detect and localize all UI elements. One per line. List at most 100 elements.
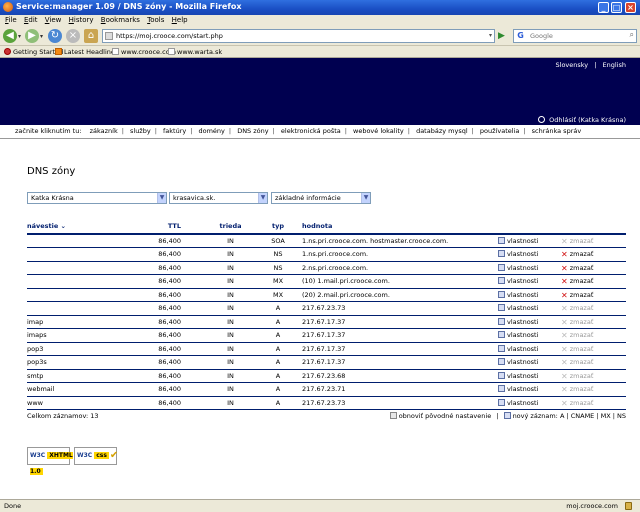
lock-icon[interactable] [625,502,632,510]
record-name: www [27,396,137,410]
domain-select-value: krasavica.sk. [173,194,216,202]
record-value: 217.67.17.37 [302,342,498,356]
nav-intro-label: začnite kliknutím tu: [15,127,82,135]
properties-link[interactable]: vlastnosti [498,344,538,353]
bookmark-warta[interactable]: www.warta.sk [168,47,222,57]
search-box[interactable]: G ⌕ [513,29,637,43]
properties-link[interactable]: vlastnosti [498,250,538,258]
properties-link[interactable]: vlastnosti [498,371,538,380]
w3c-logo-text: W3C [77,452,93,459]
maximize-button[interactable]: □ [611,2,622,13]
bookmark-crooce[interactable]: www.crooce.com [112,47,176,57]
record-ttl: 86,400 [137,382,207,397]
delete-link[interactable]: ✕ zmazať [561,277,594,286]
menu-tools[interactable]: Tools [147,15,164,26]
new-record-icon [503,412,511,419]
col-header-ttl[interactable]: TTL [137,219,207,235]
bookmark-latest-headlines[interactable]: Latest Headlines [55,47,118,57]
record-type: MX [254,288,302,302]
view-select[interactable]: základné informácie ▼ [271,192,371,204]
url-input[interactable] [116,31,476,41]
new-record-ns-link[interactable]: NS [617,412,626,420]
nav-item-inbox[interactable]: schránka správ [532,127,582,135]
table-row: imap 86,400 IN A 217.67.17.37 vlastnosti ✕ zmaz… [27,315,626,329]
search-icon[interactable]: ⌕ [630,30,634,40]
menu-history[interactable]: History [69,15,94,26]
properties-link[interactable]: vlastnosti [498,385,538,393]
delete-link[interactable]: ✕ zmazať [561,291,593,300]
properties-link[interactable]: vlastnosti [498,331,538,339]
record-ttl: 86,400 [137,328,207,343]
properties-cell: vlastnosti [498,328,561,343]
delete-x-icon: ✕ [561,237,568,246]
w3c-css-badge[interactable]: W3C css ✔ [74,447,118,465]
go-arrow-icon[interactable]: ▶ [498,30,508,42]
nav-item-websites[interactable]: webové lokality [353,127,404,135]
lang-slovak-link[interactable]: Slovensky [556,61,589,69]
status-host: moj.crooce.com [566,502,618,510]
forward-history-dropdown-icon[interactable]: ▾ [40,33,43,40]
stop-icon[interactable]: × [66,29,80,43]
properties-link[interactable]: vlastnosti [498,277,538,285]
delete-link[interactable]: ✕ zmazať [561,250,593,259]
menu-edit[interactable]: Edit [24,15,38,26]
nav-item-mysql[interactable]: databázy mysql [416,127,468,135]
record-value: 217.67.17.37 [302,315,498,329]
action-separator: | [496,412,499,420]
delete-cell: ✕ zmazať [561,274,626,289]
back-history-dropdown-icon[interactable]: ▾ [18,33,21,40]
delete-link: ✕ zmazať [561,399,593,408]
reset-defaults-link[interactable]: obnoviť pôvodné nastavenie [399,412,492,420]
back-arrow-icon[interactable]: ◀ [3,29,17,43]
menu-bookmarks[interactable]: Bookmarks [101,15,140,26]
table-row: smtp 86,400 IN A 217.67.23.68 vlastnosti ✕ zmaz… [27,369,626,383]
properties-link[interactable]: vlastnosti [498,263,538,272]
record-value: (10) 1.mail.pri.crooce.com. [302,274,498,289]
url-dropdown-icon[interactable]: ▾ [489,32,492,39]
col-header-value[interactable]: hodnota [302,219,498,235]
menu-view[interactable]: View [45,15,62,26]
w3c-xhtml-badge[interactable]: W3C XHTML 1.0 [27,447,73,475]
menu-help[interactable]: Help [172,15,188,26]
properties-link[interactable]: vlastnosti [498,358,538,366]
user-select[interactable]: Katka Krásna ▼ [27,192,167,204]
delete-link[interactable]: ✕ zmazať [561,264,593,273]
forward-arrow-icon[interactable]: ▶ [25,29,39,43]
nav-item-email[interactable]: elektronická pošta [281,127,341,135]
google-engine-icon[interactable]: G [515,31,526,41]
delete-label: zmazať [569,277,594,286]
menu-file[interactable]: File [5,15,17,26]
record-type: A [254,382,302,397]
domain-select[interactable]: krasavica.sk. ▼ [169,192,268,204]
nav-item-invoices[interactable]: faktúry [163,127,186,135]
main-navigation: začnite kliknutím tu: zákazník | služby | … [0,125,640,139]
logout-link[interactable]: Odhlásiť (Katka Krásna) [538,116,626,124]
nav-item-customer[interactable]: zákazník [90,127,118,135]
search-input[interactable] [530,31,625,41]
nav-item-domains[interactable]: domény [199,127,225,135]
col-header-type[interactable]: typ [254,219,302,235]
nav-item-users[interactable]: používatelia [480,127,519,135]
reload-icon[interactable]: ↻ [48,29,62,43]
properties-link[interactable]: vlastnosti [498,237,538,245]
record-type: A [254,342,302,356]
close-button[interactable]: × [625,2,636,13]
new-record-mx-link[interactable]: MX [601,412,611,420]
nav-item-services[interactable]: služby [130,127,151,135]
delete-cell: ✕ zmazať [561,247,626,262]
new-record-cname-link[interactable]: CNAME [571,412,595,420]
nav-item-dns-zones[interactable]: DNS zóny [237,127,268,135]
lang-english-link[interactable]: English [603,61,626,69]
properties-link[interactable]: vlastnosti [498,317,538,326]
col-header-name[interactable]: návestie ⌄ [27,219,137,235]
properties-link[interactable]: vlastnosti [498,398,538,407]
properties-link[interactable]: vlastnosti [498,304,538,312]
properties-link[interactable]: vlastnosti [498,290,538,299]
record-value: 217.67.23.73 [302,396,498,410]
col-header-class[interactable]: trieda [207,219,254,235]
record-type: NS [254,261,302,275]
url-bar[interactable]: ▾ [102,29,495,43]
home-icon[interactable]: ⌂ [84,29,98,43]
new-record-a-link[interactable]: A [560,412,564,420]
minimize-button[interactable]: _ [598,2,609,13]
